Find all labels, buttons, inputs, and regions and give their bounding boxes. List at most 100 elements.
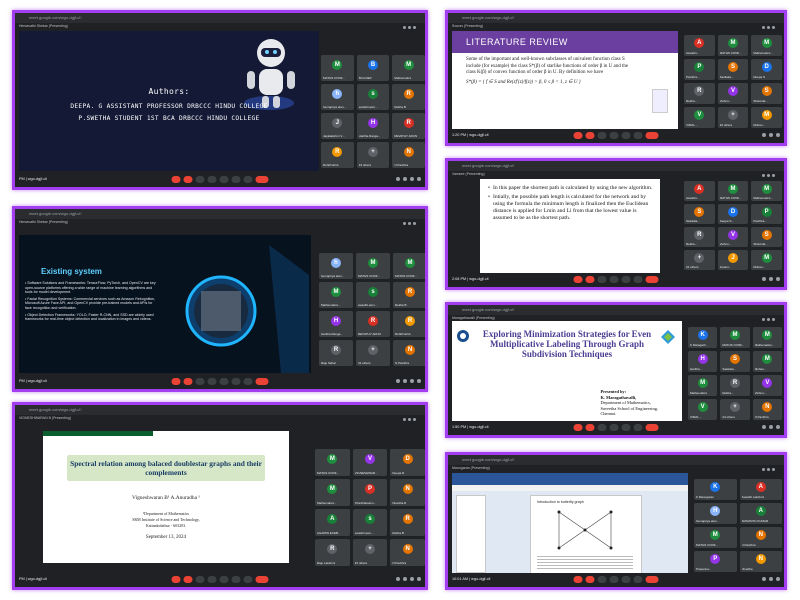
- activities-icon[interactable]: [417, 577, 421, 581]
- participant-tile[interactable]: M Mohan...: [751, 250, 782, 270]
- raise-hand-button[interactable]: [633, 132, 643, 139]
- chat-icon[interactable]: [776, 425, 780, 429]
- participant-tile[interactable]: V Vishnu...: [752, 375, 782, 396]
- participant-tile[interactable]: M Mathematics...: [315, 479, 350, 506]
- end-call-button[interactable]: [645, 576, 659, 583]
- camera-off-button[interactable]: [183, 176, 193, 183]
- present-button[interactable]: [219, 378, 229, 385]
- info-icon[interactable]: [762, 277, 766, 281]
- activities-icon[interactable]: [417, 379, 421, 383]
- end-call-button[interactable]: [645, 424, 659, 431]
- chat-icon[interactable]: [776, 133, 780, 137]
- participant-tile[interactable]: D Deepa S: [751, 59, 782, 80]
- present-button[interactable]: [219, 176, 229, 183]
- participant-tile[interactable]: M MATHS CONF...: [393, 253, 425, 279]
- participant-tile[interactable]: +46 others: [352, 539, 388, 566]
- captions-button[interactable]: [597, 132, 607, 139]
- participant-tile[interactable]: B BCA DEP: [356, 55, 390, 81]
- participant-tile[interactable]: S Sasikala...: [720, 351, 750, 372]
- captions-button[interactable]: [597, 424, 607, 431]
- address-bar[interactable]: meet.google.com/wgo-dgjf-c!!: [462, 15, 514, 20]
- participant-tile[interactable]: V VIGNESHWAR...: [352, 449, 388, 476]
- participant-tile[interactable]: R Rekha B: [390, 509, 425, 536]
- participant-tile[interactable]: A Aswathi...: [684, 181, 715, 201]
- participant-tile[interactable]: M Mathematics...: [319, 282, 353, 308]
- participant-tile[interactable]: V VIMAL...: [688, 399, 718, 420]
- more-options-button[interactable]: [243, 378, 253, 385]
- mic-off-button[interactable]: [171, 576, 181, 583]
- present-button[interactable]: [621, 576, 631, 583]
- participant-tile[interactable]: +33 others: [356, 142, 390, 168]
- participant-tile[interactable]: J Jayalakshmi V...: [321, 113, 354, 139]
- participant-tile[interactable]: M Mathematics: [392, 55, 425, 81]
- participant-tile[interactable]: D Deepa S...: [717, 204, 749, 224]
- participant-tile[interactable]: P Pavithra...: [751, 204, 782, 224]
- participant-tile[interactable]: R Rohith ECA: [393, 311, 425, 337]
- participant-tile[interactable]: R REVATHY ARUN: [356, 311, 390, 337]
- mic-off-button[interactable]: [573, 576, 583, 583]
- participant-tile[interactable]: N Nivedha: [739, 551, 782, 572]
- people-icon[interactable]: [769, 277, 773, 281]
- participant-tile[interactable]: R REVATHY ARUN: [392, 113, 425, 139]
- participant-tile[interactable]: K K Maragath...: [688, 327, 718, 348]
- participant-tile[interactable]: h hemapriya elan...: [321, 84, 354, 110]
- participant-tile[interactable]: M Mathematics...: [751, 181, 782, 201]
- captions-button[interactable]: [597, 576, 607, 583]
- participant-tile[interactable]: S Sharmila...: [751, 83, 782, 104]
- address-bar[interactable]: meet.google.com/wgo-dgjf-c!!: [462, 163, 514, 168]
- participant-tile[interactable]: N N.Pavithra: [752, 399, 782, 420]
- mic-off-button[interactable]: [573, 276, 583, 283]
- chat-icon[interactable]: [776, 577, 780, 581]
- chat-icon[interactable]: [410, 177, 414, 181]
- participant-tile[interactable]: M MATHS CONF...: [720, 327, 750, 348]
- participant-tile[interactable]: h hemapriya elan...: [319, 253, 353, 279]
- participant-tile[interactable]: M MATHS CONF...: [321, 55, 354, 81]
- reactions-button[interactable]: [609, 424, 619, 431]
- camera-off-button[interactable]: [585, 132, 595, 139]
- info-icon[interactable]: [762, 577, 766, 581]
- participant-tile[interactable]: s swasthi.asm...: [356, 282, 390, 308]
- captions-button[interactable]: [195, 378, 205, 385]
- participant-tile[interactable]: D Deepa R: [390, 449, 425, 476]
- address-bar[interactable]: meet.google.com/wgo-dgjf-c!!: [462, 307, 514, 312]
- end-call-button[interactable]: [255, 576, 269, 583]
- reactions-button[interactable]: [207, 176, 217, 183]
- participant-tile[interactable]: M Mathematics: [688, 375, 718, 396]
- participant-tile[interactable]: H Haritha Ranga...: [319, 311, 353, 337]
- participant-tile[interactable]: V Vishnu...: [717, 227, 749, 247]
- participant-tile[interactable]: M Mathematics...: [752, 327, 782, 348]
- info-icon[interactable]: [762, 425, 766, 429]
- info-icon[interactable]: [396, 379, 400, 383]
- present-button[interactable]: [621, 276, 631, 283]
- participant-tile[interactable]: N N.Pavithra: [390, 539, 425, 566]
- raise-hand-button[interactable]: [231, 576, 241, 583]
- more-options-button[interactable]: [243, 176, 253, 183]
- participant-tile[interactable]: H Haritha Ranga...: [356, 113, 390, 139]
- mic-off-button[interactable]: [171, 378, 181, 385]
- end-call-button[interactable]: [255, 378, 269, 385]
- captions-button[interactable]: [597, 276, 607, 283]
- present-button[interactable]: [621, 424, 631, 431]
- participant-tile[interactable]: +31 others: [356, 340, 390, 366]
- participant-tile[interactable]: A ARAVINTH KUMAR: [739, 503, 782, 524]
- mic-off-button[interactable]: [171, 176, 181, 183]
- info-icon[interactable]: [396, 577, 400, 581]
- present-button[interactable]: [219, 576, 229, 583]
- participant-tile[interactable]: K K Manogaran: [694, 479, 737, 500]
- participant-tile[interactable]: M MATHS CONF...: [356, 253, 390, 279]
- participant-tile[interactable]: P Prasanna...: [694, 551, 737, 572]
- participant-tile[interactable]: s swasthi.asm...: [356, 84, 390, 110]
- people-icon[interactable]: [769, 425, 773, 429]
- participant-tile[interactable]: M MATHS CONF...: [717, 35, 749, 56]
- participant-tile[interactable]: +20 others: [717, 107, 749, 128]
- participant-tile[interactable]: P PrlaniNarasim...: [352, 479, 388, 506]
- people-icon[interactable]: [403, 577, 407, 581]
- address-bar[interactable]: meet.google.com/wgo-dgjf-c!!: [29, 211, 81, 216]
- participant-tile[interactable]: M Mohan...: [751, 107, 782, 128]
- participant-tile[interactable]: M MATHS CONF...: [694, 527, 737, 548]
- raise-hand-button[interactable]: [231, 378, 241, 385]
- camera-off-button[interactable]: [585, 424, 595, 431]
- raise-hand-button[interactable]: [633, 424, 643, 431]
- mic-off-button[interactable]: [573, 424, 583, 431]
- people-icon[interactable]: [769, 133, 773, 137]
